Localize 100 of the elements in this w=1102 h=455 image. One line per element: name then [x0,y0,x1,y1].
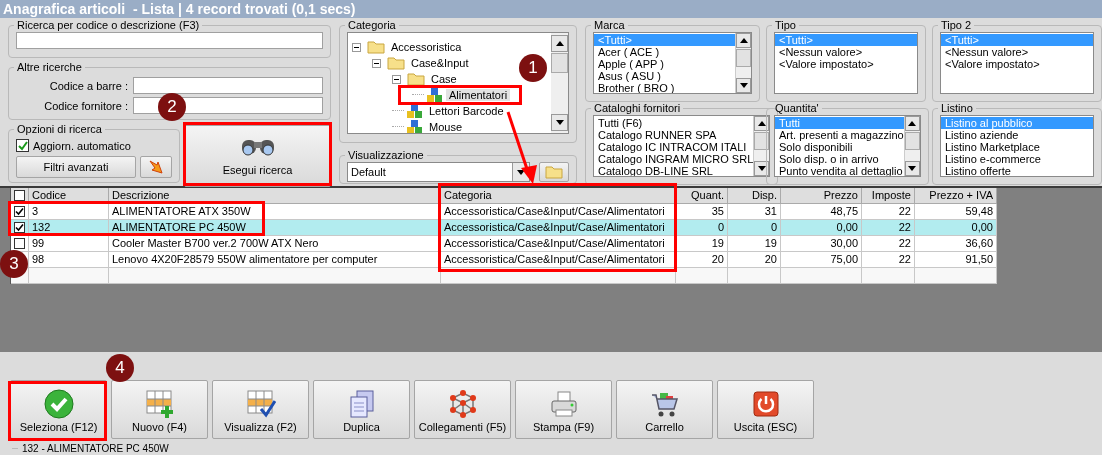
list-item[interactable]: Catalogo INGRAM MICRO SRL [594,153,754,165]
group-title: Tipo [775,19,796,31]
list-item[interactable]: Apple ( APP ) [594,58,735,70]
list-item[interactable]: <Nessun valore> [941,46,1093,58]
table-cell: 22 [862,220,915,236]
tree-item[interactable]: Case [428,73,460,85]
checkbox[interactable] [14,206,25,217]
column-header[interactable]: Descrizione [109,188,441,204]
collapse-icon[interactable] [352,42,361,52]
table-cell: 36,60 [915,236,997,252]
tree-item[interactable]: Case&Input [408,57,472,69]
grid-check-icon [245,389,276,419]
group-title: Tipo 2 [941,19,972,31]
folder-icon [387,56,405,70]
scroll-thumb[interactable] [904,132,920,150]
tree-item[interactable]: Lettori Barcode [426,105,507,117]
column-header[interactable]: Disp. [728,188,781,204]
table-row[interactable]: 132 ALIMENTATORE PC 450W Accessoristica/Case&Input/Case/Alimentatori 0 0 0,00 22 0,00 [29,220,997,236]
list-item[interactable]: Tutti (F6) [594,117,754,129]
field-label: Codice a barre : [48,79,128,92]
search-button[interactable]: Esegui ricerca [184,125,331,187]
tree-item[interactable]: Alimentatori [446,89,511,101]
input-field[interactable] [133,77,323,94]
column-header[interactable]: Prezzo [781,188,862,204]
list-item[interactable]: Listino Marketplace [941,141,1093,153]
list-item[interactable]: Solo disponibili [775,141,904,153]
list-item[interactable]: Listino e-commerce [941,153,1093,165]
table-cell: 0 [676,220,728,236]
cubes-icon [407,119,423,133]
checkbox[interactable] [14,222,25,233]
list-item[interactable]: <Valore impostato> [775,58,917,70]
cubes-icon [407,103,423,119]
arrow-button[interactable] [140,156,172,178]
tree-item[interactable]: Accessoristica [388,41,465,53]
scroll-down-button[interactable] [736,78,751,93]
table-cell: Accessoristica/Case&Input/Case/Alimentatori [441,220,676,236]
scroll-down-button[interactable] [551,114,568,131]
list-box[interactable]: <Tutti> <Nessun valore> <Valore impostato> [774,32,918,94]
scroll-thumb[interactable] [736,49,751,67]
toolbar-button[interactable]: Carrello [616,380,713,439]
flame-arrow-icon [149,160,163,174]
group-title: Quantita' [775,102,819,114]
collapse-icon[interactable] [392,74,401,84]
scrollbar[interactable] [551,33,568,133]
scrollbar[interactable] [753,116,770,176]
list-box[interactable]: <Tutti> <Nessun valore> <Valore impostato> [940,32,1094,94]
table-cell: ALIMENTATORE PC 450W [109,220,441,236]
table-cell: 30,00 [781,236,862,252]
scrollbar[interactable] [903,116,920,176]
checkmark-icon [17,140,28,151]
toolbar-button[interactable]: Stampa (F9) [515,380,612,439]
status-text: 132 - ALIMENTATORE PC 450W [22,442,169,455]
scroll-thumb[interactable] [551,53,568,73]
table-cell: 99 [29,236,109,252]
table-row[interactable]: 99 Cooler Master B700 ver.2 700W ATX Nero Accessoristica/Case&Input/Case/Alimentatori 19 19 30,00 22 36,60 [29,236,997,252]
checkbox[interactable] [14,238,25,249]
toolbar-button[interactable]: Nuovo (F4) [111,380,208,439]
list-item[interactable]: Solo disp. o in arrivo [775,153,904,165]
scroll-up-button[interactable] [736,33,751,48]
tree-item[interactable]: Mouse [426,121,466,133]
collapse-icon[interactable] [372,58,381,68]
toolbar-button[interactable]: Collegamenti (F5) [414,380,511,439]
column-header[interactable]: Prezzo + IVA [915,188,997,204]
search-field[interactable] [16,32,323,49]
scroll-up-button[interactable] [904,116,920,131]
filters-button[interactable]: Filtri avanzati [16,156,136,178]
list-item[interactable]: Catalogo RUNNER SPA [594,129,754,141]
toolbar-button[interactable]: Duplica [313,380,410,439]
table-cell: 0 [728,220,781,236]
list-item[interactable]: Asus ( ASU ) [594,70,735,82]
table-cell: 19 [676,236,728,252]
list-item[interactable]: Acer ( ACE ) [594,46,735,58]
list-item[interactable]: <Nessun valore> [775,46,917,58]
scroll-up-button[interactable] [551,35,568,52]
group-title: Opzioni di ricerca [17,123,102,135]
column-header[interactable]: Imposte [862,188,915,204]
toolbar-button[interactable]: Uscita (ESC) [717,380,814,439]
window-title: Anagrafica articoli - Lista | 4 record trovati (0,1 secs) [0,0,1102,18]
checkbox[interactable] [16,139,29,152]
group-title: Categoria [348,19,396,31]
folder-icon [545,165,563,179]
toolbar-button[interactable]: Visualizza (F2) [212,380,309,439]
dropdown-arrow-icon [517,169,525,175]
list-item[interactable]: Listino aziende [941,129,1093,141]
list-item[interactable]: Catalogo IC INTRACOM ITALI [594,141,754,153]
list-item[interactable]: Listino offerte [941,165,1093,176]
folder-icon [367,40,385,54]
list-item[interactable]: <Valore impostato> [941,58,1093,70]
checkbox[interactable] [14,190,25,201]
scrollbar[interactable] [735,33,751,93]
list-box[interactable]: Listino al pubblico Listino aziende Listino Marketplace Listino e-commerce Listino offerte [940,115,1094,177]
printer-icon [548,389,579,419]
group-title: Listino [941,102,973,114]
column-header[interactable]: Quant. [676,188,728,204]
column-header[interactable]: Categoria [441,188,676,204]
table-cell: 22 [862,236,915,252]
scroll-down-button[interactable] [904,161,920,176]
list-item[interactable]: Art. presenti a magazzino [775,129,904,141]
callout-marker: 4 [106,354,134,382]
view-dropdown[interactable]: Default [347,162,530,182]
